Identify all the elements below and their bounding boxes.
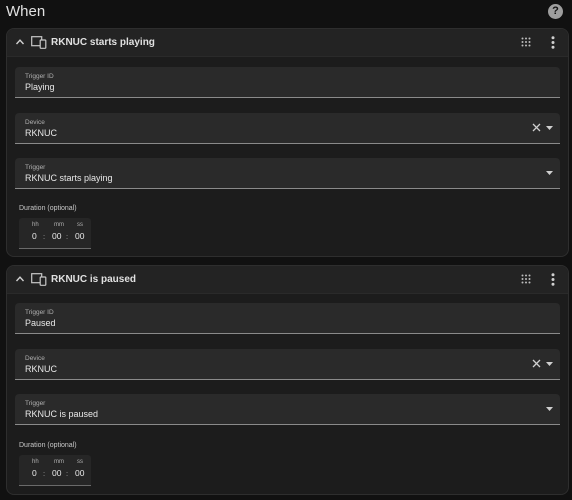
duration-hh-label: hh [32, 459, 39, 465]
trigger-select-value: RKNUC starts playing [25, 173, 113, 183]
duration-mm-value[interactable]: 00 [52, 231, 61, 241]
device-field[interactable]: Device RKNUC [15, 349, 560, 380]
trigger-id-value: Playing [25, 82, 55, 92]
device-icon [31, 36, 47, 49]
device-label: Device [25, 119, 45, 126]
section-header: When ? [0, 0, 572, 26]
trigger-card: RKNUC starts playing Trigger ID Playing … [6, 28, 569, 257]
device-icon [31, 273, 47, 286]
duration-label: Duration (optional) [19, 442, 77, 449]
more-menu-icon[interactable] [551, 36, 555, 49]
duration-ss-label: ss [77, 459, 83, 465]
dropdown-arrow-icon[interactable] [546, 171, 553, 175]
duration-hh-value[interactable]: 0 [32, 468, 37, 478]
trigger-select-label: Trigger [25, 400, 46, 407]
duration-input[interactable]: hh mm ss 0 : 00 : 00 [19, 218, 91, 249]
trigger-id-field[interactable]: Trigger ID Paused [15, 303, 560, 334]
clear-icon[interactable] [532, 359, 541, 368]
device-label: Device [25, 355, 45, 362]
trigger-id-label: Trigger ID [25, 309, 54, 316]
duration-mm-label: mm [54, 222, 64, 228]
drag-handle-icon[interactable] [521, 37, 531, 47]
duration-mm-label: mm [54, 459, 64, 465]
trigger-card: RKNUC is paused Trigger ID Paused Device… [6, 265, 569, 495]
trigger-id-value: Paused [25, 318, 56, 328]
trigger-id-label: Trigger ID [25, 73, 54, 80]
dropdown-arrow-icon[interactable] [546, 407, 553, 411]
duration-separator: : [43, 469, 46, 478]
chevron-up-icon[interactable] [15, 274, 25, 284]
duration-label: Duration (optional) [19, 205, 77, 212]
chevron-up-icon[interactable] [15, 37, 25, 47]
device-value: RKNUC [25, 364, 58, 374]
drag-handle-icon[interactable] [521, 274, 531, 284]
duration-ss-value[interactable]: 00 [75, 231, 84, 241]
device-field[interactable]: Device RKNUC [15, 113, 560, 144]
duration-separator: : [43, 232, 46, 241]
duration-ss-value[interactable]: 00 [75, 468, 84, 478]
trigger-card-title: RKNUC starts playing [51, 37, 155, 48]
trigger-card-title: RKNUC is paused [51, 274, 137, 285]
duration-hh-label: hh [32, 222, 39, 228]
duration-input[interactable]: hh mm ss 0 : 00 : 00 [19, 455, 91, 486]
duration-hh-value[interactable]: 0 [32, 231, 37, 241]
trigger-id-field[interactable]: Trigger ID Playing [15, 67, 560, 98]
clear-icon[interactable] [532, 123, 541, 132]
trigger-select-value: RKNUC is paused [25, 409, 99, 419]
duration-ss-label: ss [77, 222, 83, 228]
more-menu-icon[interactable] [551, 273, 555, 286]
duration-separator: : [66, 232, 69, 241]
trigger-select-field[interactable]: Trigger RKNUC starts playing [15, 158, 560, 189]
trigger-card-header[interactable]: RKNUC starts playing [7, 29, 568, 57]
section-title: When [6, 3, 46, 20]
trigger-select-field[interactable]: Trigger RKNUC is paused [15, 394, 560, 425]
dropdown-arrow-icon[interactable] [546, 362, 553, 366]
trigger-card-header[interactable]: RKNUC is paused [7, 266, 568, 294]
duration-separator: : [66, 469, 69, 478]
dropdown-arrow-icon[interactable] [546, 126, 553, 130]
device-value: RKNUC [25, 128, 58, 138]
help-icon[interactable]: ? [548, 4, 563, 19]
trigger-select-label: Trigger [25, 164, 46, 171]
duration-mm-value[interactable]: 00 [52, 468, 61, 478]
